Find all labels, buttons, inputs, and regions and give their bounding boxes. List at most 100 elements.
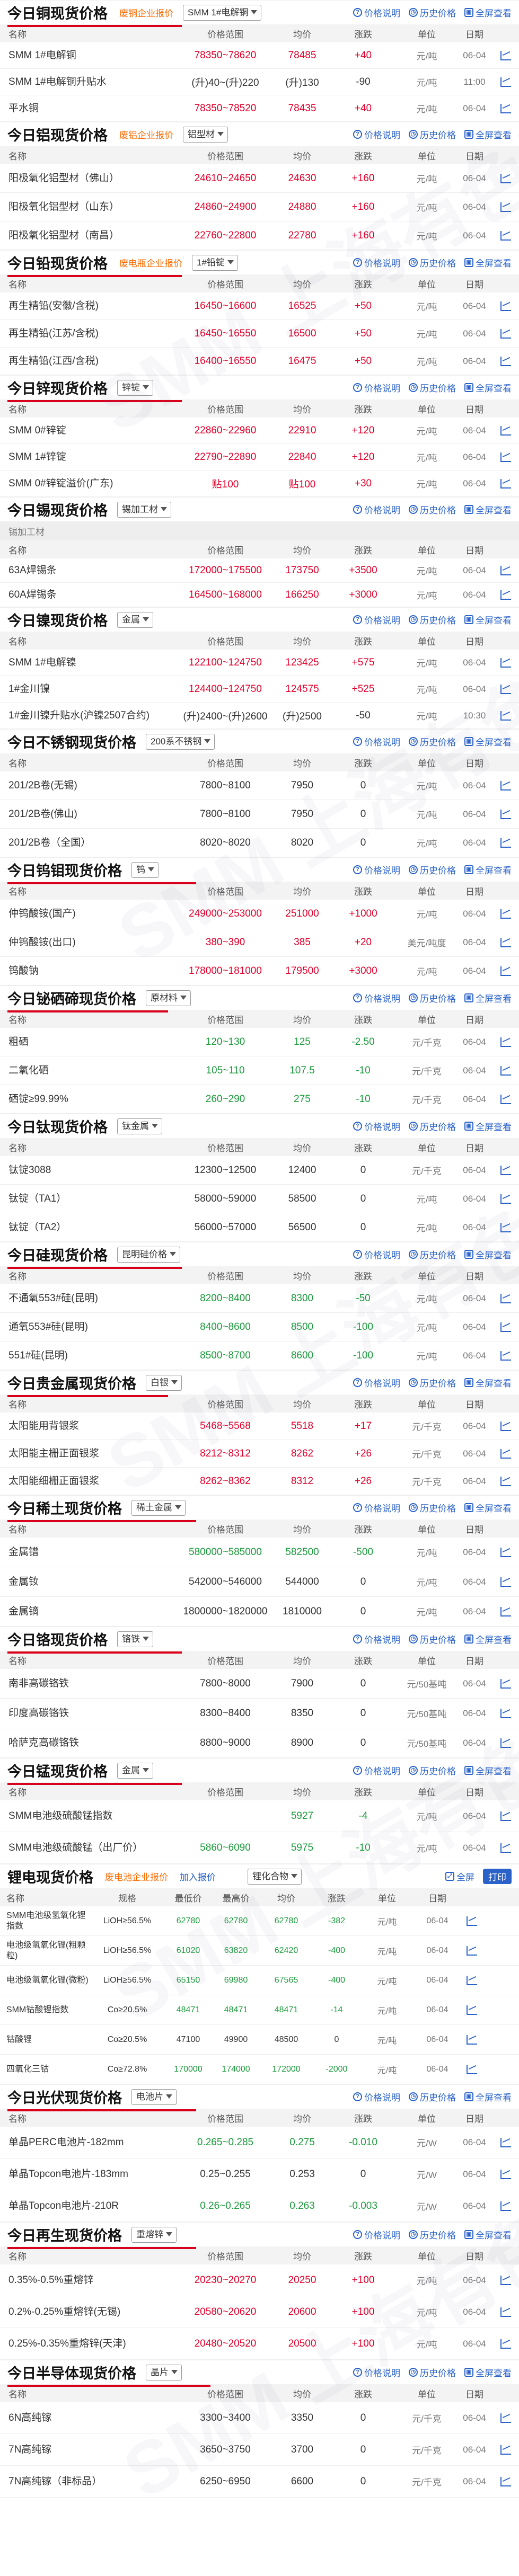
view-all-button[interactable]: ▣ 全屏查看 [464,2228,512,2241]
product-select[interactable]: 金属 [117,611,153,628]
trend-chart-icon[interactable] [500,780,511,790]
price-explain-button[interactable]: ? 价格说明 [353,1501,400,1514]
trend-chart-icon[interactable] [500,452,511,462]
product-select[interactable]: 锂化合物 [248,1868,302,1885]
price-explain-button[interactable]: ? 价格说明 [353,128,400,141]
trend-chart-icon[interactable] [500,1194,511,1204]
price-explain-button[interactable]: ? 价格说明 [353,2228,400,2241]
trend-chart-icon[interactable] [500,301,511,311]
product-select[interactable]: 昆明硅价格 [117,1246,180,1263]
trend-chart-icon[interactable] [467,2035,477,2045]
price-history-button[interactable]: ◷ 历史价格 [409,991,456,1005]
trend-chart-icon[interactable] [500,1843,511,1853]
price-explain-button[interactable]: ? 价格说明 [353,863,400,876]
trend-chart-icon[interactable] [500,1165,511,1175]
trend-chart-icon[interactable] [500,77,511,87]
view-all-button[interactable]: ▣ 全屏查看 [464,613,512,626]
trend-chart-icon[interactable] [500,103,511,113]
price-history-button[interactable]: ◷ 历史价格 [409,735,456,748]
trend-chart-icon[interactable] [500,590,511,600]
price-history-button[interactable]: ◷ 历史价格 [409,1376,456,1389]
price-history-button[interactable]: ◷ 历史价格 [409,1248,456,1261]
trend-chart-icon[interactable] [500,2169,511,2179]
trend-chart-icon[interactable] [500,658,511,668]
trend-chart-icon[interactable] [467,2064,477,2074]
view-all-button[interactable]: ▣ 全屏查看 [464,503,512,516]
trend-chart-icon[interactable] [500,50,511,60]
trend-chart-icon[interactable] [500,1322,511,1332]
price-explain-button[interactable]: ? 价格说明 [353,2090,400,2103]
trend-chart-icon[interactable] [500,1421,511,1431]
price-explain-button[interactable]: ? 价格说明 [353,1120,400,1133]
price-history-button[interactable]: ◷ 历史价格 [409,863,456,876]
view-all-button[interactable]: ▣ 全屏查看 [464,381,512,394]
product-select[interactable]: 1#铅锭 [192,254,238,271]
price-explain-button[interactable]: ? 价格说明 [353,1248,400,1261]
product-select[interactable]: 重熔锌 [131,2226,177,2243]
enterprise-quote-link[interactable]: 废电瓶企业报价 [119,256,182,269]
trend-chart-icon[interactable] [500,328,511,339]
product-select[interactable]: 钛金属 [117,1118,162,1134]
view-all-button[interactable]: ▣ 全屏查看 [464,735,512,748]
trend-chart-icon[interactable] [500,356,511,366]
trend-chart-icon[interactable] [500,1577,511,1587]
trend-chart-icon[interactable] [500,1449,511,1459]
price-history-button[interactable]: ◷ 历史价格 [409,6,456,19]
trend-chart-icon[interactable] [500,2137,511,2147]
price-explain-button[interactable]: ? 价格说明 [353,503,400,516]
price-explain-button[interactable]: ? 价格说明 [353,1632,400,1646]
product-select[interactable]: 钨 [131,861,159,878]
trend-chart-icon[interactable] [500,1094,511,1104]
price-explain-button[interactable]: ? 价格说明 [353,1764,400,1777]
price-history-button[interactable]: ◷ 历史价格 [409,1501,456,1514]
trend-chart-icon[interactable] [500,2476,511,2486]
trend-chart-icon[interactable] [500,1547,511,1557]
fullscreen-button[interactable]: ⤢ 全屏 [445,1870,474,1883]
trend-chart-icon[interactable] [500,937,511,947]
trend-chart-icon[interactable] [500,710,511,721]
price-explain-button[interactable]: ? 价格说明 [353,256,400,269]
trend-chart-icon[interactable] [500,2275,511,2285]
trend-chart-icon[interactable] [500,2339,511,2349]
price-history-button[interactable]: ◷ 历史价格 [409,2228,456,2241]
view-all-button[interactable]: ▣ 全屏查看 [464,6,512,19]
enterprise-quote-link[interactable]: 废铝企业报价 [119,128,173,141]
trend-chart-icon[interactable] [500,1708,511,1718]
print-button[interactable]: 打印 [483,1869,512,1884]
trend-chart-icon[interactable] [500,1037,511,1047]
trend-chart-icon[interactable] [500,966,511,976]
trend-chart-icon[interactable] [500,1065,511,1076]
view-all-button[interactable]: ▣ 全屏查看 [464,1376,512,1389]
trend-chart-icon[interactable] [500,809,511,819]
trend-chart-icon[interactable] [500,1606,511,1616]
trend-chart-icon[interactable] [500,1222,511,1232]
trend-chart-icon[interactable] [500,684,511,694]
view-all-button[interactable]: ▣ 全屏查看 [464,1501,512,1514]
price-explain-button[interactable]: ? 价格说明 [353,1376,400,1389]
trend-chart-icon[interactable] [467,2005,477,2015]
view-all-button[interactable]: ▣ 全屏查看 [464,2090,512,2103]
trend-chart-icon[interactable] [500,838,511,848]
price-explain-button[interactable]: ? 价格说明 [353,381,400,394]
product-select[interactable]: 200系不锈钢 [146,733,215,750]
product-select[interactable]: 稀土金属 [131,1499,186,1516]
product-select[interactable]: 锡加工材 [117,501,171,518]
trend-chart-icon[interactable] [500,1738,511,1748]
view-all-button[interactable]: ▣ 全屏查看 [464,2366,512,2379]
product-select[interactable]: 白银 [146,1374,182,1391]
trend-chart-icon[interactable] [500,2413,511,2423]
price-history-button[interactable]: ◷ 历史价格 [409,1120,456,1133]
product-select[interactable]: 铬铁 [117,1631,153,1647]
trend-chart-icon[interactable] [500,1476,511,1486]
price-explain-button[interactable]: ? 价格说明 [353,613,400,626]
product-select[interactable]: 铝型材 [183,126,228,143]
trend-chart-icon[interactable] [500,425,511,436]
product-select[interactable]: 金属 [117,1762,153,1779]
trend-chart-icon[interactable] [500,1293,511,1303]
battery-quote-link[interactable]: 废电池企业报价 [105,1870,168,1883]
price-history-button[interactable]: ◷ 历史价格 [409,1764,456,1777]
product-select[interactable]: 电池片 [131,2089,177,2105]
price-history-button[interactable]: ◷ 历史价格 [409,256,456,269]
product-select[interactable]: 锌锭 [117,379,153,396]
view-all-button[interactable]: ▣ 全屏查看 [464,991,512,1005]
